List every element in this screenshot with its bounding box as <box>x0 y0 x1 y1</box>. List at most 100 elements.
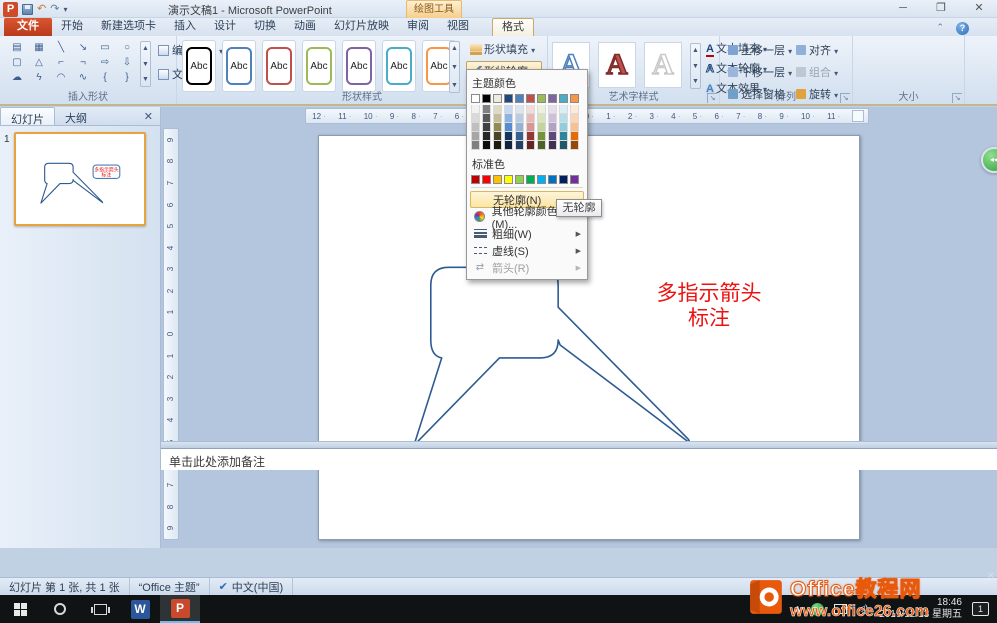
color-swatch[interactable] <box>482 114 491 123</box>
notes-splitter[interactable] <box>161 441 997 448</box>
restore-button[interactable]: ❐ <box>929 1 953 16</box>
color-swatch[interactable] <box>570 114 579 123</box>
color-swatch[interactable] <box>559 105 568 114</box>
start-button[interactable] <box>0 595 40 623</box>
color-swatch[interactable] <box>471 94 480 103</box>
color-swatch[interactable] <box>537 141 546 150</box>
color-swatch[interactable] <box>471 141 480 150</box>
scroll-down-icon[interactable]: ▼ <box>141 58 150 71</box>
shape-style-item[interactable]: Abc <box>382 40 416 92</box>
color-swatch[interactable] <box>493 105 502 114</box>
ribbon-tab-文件[interactable]: 文件 <box>4 18 52 36</box>
scroll-up-icon[interactable]: ▲ <box>141 42 150 55</box>
color-swatch[interactable] <box>482 141 491 150</box>
slide-thumbnail-item[interactable]: 1 多指示箭头 标注 <box>4 132 146 226</box>
color-swatch[interactable] <box>559 94 568 103</box>
color-swatch[interactable] <box>537 94 546 103</box>
color-swatch[interactable] <box>548 141 557 150</box>
shape-style-item[interactable]: Abc <box>222 40 256 92</box>
word-taskbar-button[interactable]: W <box>120 595 160 623</box>
minimize-button[interactable]: ─ <box>891 1 915 16</box>
color-swatch[interactable] <box>526 105 535 114</box>
color-swatch[interactable] <box>537 123 546 132</box>
slide-canvas[interactable]: 多指示箭头 标注 <box>318 135 860 540</box>
help-icon[interactable]: ? <box>956 22 969 35</box>
color-swatch[interactable] <box>570 132 579 141</box>
shape-gallery-item[interactable]: ¬ <box>72 55 94 70</box>
undo-icon[interactable]: ↶ <box>37 2 46 17</box>
color-swatch[interactable] <box>515 94 524 103</box>
color-swatch[interactable] <box>515 105 524 114</box>
color-swatch[interactable] <box>493 175 502 184</box>
shape-gallery-item[interactable]: ϟ <box>28 70 50 85</box>
shape-style-scroll[interactable]: ▲ ▼ ▼ <box>449 41 460 93</box>
color-swatch[interactable] <box>537 105 546 114</box>
color-swatch[interactable] <box>504 175 513 184</box>
shape-gallery-item[interactable]: ∿ <box>72 70 94 85</box>
color-swatch[interactable] <box>504 114 513 123</box>
color-swatch[interactable] <box>537 114 546 123</box>
color-swatch[interactable] <box>559 132 568 141</box>
shape-gallery-item[interactable]: △ <box>28 55 50 70</box>
shape-gallery-item[interactable]: ╲ <box>50 40 72 55</box>
arrange-dialog-launcher[interactable]: ↘ <box>840 93 850 103</box>
color-swatch[interactable] <box>537 132 546 141</box>
color-swatch[interactable] <box>471 105 480 114</box>
shape-gallery-item[interactable]: ⌐ <box>50 55 72 70</box>
ribbon-tab-格式[interactable]: 格式 <box>492 18 534 36</box>
scroll-down-icon[interactable]: ▼ <box>450 61 459 74</box>
qat-dropdown-icon[interactable]: ▾ <box>63 5 67 14</box>
color-swatch[interactable] <box>515 123 524 132</box>
color-swatch[interactable] <box>504 141 513 150</box>
color-swatch[interactable] <box>548 132 557 141</box>
color-swatch[interactable] <box>548 175 557 184</box>
floating-helper-icon[interactable]: ◂◂ <box>981 147 997 173</box>
shape-gallery-item[interactable]: ▤ <box>6 40 28 55</box>
tab-slides[interactable]: 幻灯片 <box>0 107 55 125</box>
color-swatch[interactable] <box>493 94 502 103</box>
menu-item-虚线(S)[interactable]: 虚线(S)▶ <box>470 242 584 259</box>
color-swatch[interactable] <box>482 123 491 132</box>
shape-style-item[interactable]: Abc <box>182 40 216 92</box>
size-dialog-launcher[interactable]: ↘ <box>952 93 962 103</box>
collapse-ribbon-icon[interactable]: ⌃ <box>936 22 944 35</box>
arrange-上移一层-button[interactable]: 上移一层 ▾ <box>728 42 792 58</box>
scroll-up-icon[interactable]: ▲ <box>691 44 700 57</box>
ribbon-tab-设计[interactable]: 设计 <box>205 18 245 36</box>
arrange-对齐-button[interactable]: 对齐 ▾ <box>796 42 838 58</box>
callout-text[interactable]: 多指示箭头 标注 <box>649 281 769 331</box>
color-swatch[interactable] <box>570 94 579 103</box>
scroll-down-icon[interactable]: ▼ <box>691 60 700 73</box>
shape-gallery-scroll[interactable]: ▲ ▼ ▼ <box>140 41 151 87</box>
color-swatch[interactable] <box>515 114 524 123</box>
shape-gallery-item[interactable]: ↘ <box>72 40 94 55</box>
wordart-dialog-launcher[interactable]: ↘ <box>707 93 717 103</box>
color-swatch[interactable] <box>482 175 491 184</box>
color-swatch[interactable] <box>548 94 557 103</box>
slide-thumbnail[interactable]: 多指示箭头 标注 <box>14 132 146 226</box>
color-swatch[interactable] <box>526 123 535 132</box>
color-swatch[interactable] <box>493 141 502 150</box>
arrange-下移一层-button[interactable]: 下移一层 ▾ <box>728 64 792 80</box>
shape-gallery-item[interactable]: ☁ <box>6 70 28 85</box>
powerpoint-taskbar-button[interactable]: P <box>160 595 200 623</box>
color-swatch[interactable] <box>493 123 502 132</box>
color-swatch[interactable] <box>526 141 535 150</box>
status-language[interactable]: ✔ 中文(中国) <box>210 578 294 595</box>
color-swatch[interactable] <box>526 94 535 103</box>
color-swatch[interactable] <box>471 123 480 132</box>
color-swatch[interactable] <box>526 175 535 184</box>
shape-gallery-item[interactable]: ⇩ <box>116 55 138 70</box>
shape-style-item[interactable]: Abc <box>342 40 376 92</box>
wordart-style-item[interactable]: A <box>598 42 636 88</box>
color-swatch[interactable] <box>548 123 557 132</box>
color-swatch[interactable] <box>570 141 579 150</box>
color-swatch[interactable] <box>515 141 524 150</box>
color-swatch[interactable] <box>537 175 546 184</box>
color-swatch[interactable] <box>570 175 579 184</box>
shape-gallery-item[interactable]: ▢ <box>6 55 28 70</box>
ribbon-tab-审阅[interactable]: 审阅 <box>398 18 438 36</box>
powerpoint-app-icon[interactable]: P <box>3 2 18 17</box>
color-swatch[interactable] <box>493 132 502 141</box>
shape-fill-button[interactable]: 形状填充 ▾ <box>466 39 542 59</box>
